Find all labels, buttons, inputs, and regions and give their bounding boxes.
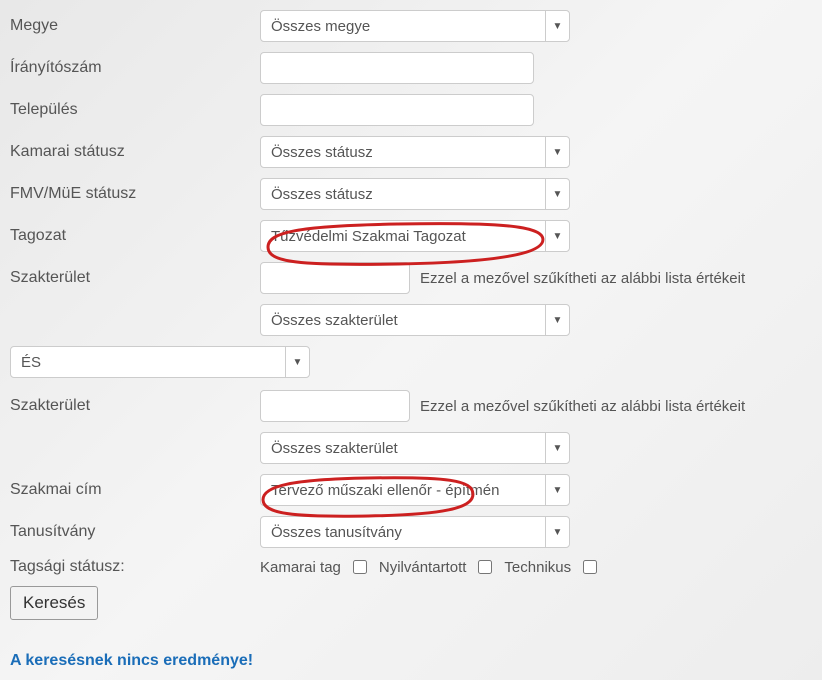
select-logic-operator[interactable]: ÉS — [10, 346, 310, 378]
label-kamarai-statusz: Kamarai státusz — [10, 143, 260, 161]
label-megye: Megye — [10, 17, 260, 35]
input-szakterulet-filter[interactable] — [260, 262, 410, 294]
input-szakterulet2-filter[interactable] — [260, 390, 410, 422]
helper-szakterulet: Ezzel a mezővel szűkítheti az alábbi lis… — [420, 270, 745, 287]
checkbox-label-kamarai-tag: Kamarai tag — [260, 559, 341, 576]
label-iranyitoszam: Írányítószám — [10, 59, 260, 77]
checkbox-label-nyilvantartott: Nyilvántartott — [379, 559, 467, 576]
select-tagozat[interactable]: Tűzvédelmi Szakmai Tagozat — [260, 220, 570, 252]
select-kamarai-statusz[interactable]: Összes státusz — [260, 136, 570, 168]
select-szakterulet-list[interactable]: Összes szakterület — [260, 304, 570, 336]
label-szakterulet2: Szakterület — [10, 397, 260, 415]
checkbox-nyilvantartott[interactable] — [478, 560, 492, 574]
label-szakterulet: Szakterület — [10, 269, 260, 287]
label-telepules: Település — [10, 101, 260, 119]
label-tagozat: Tagozat — [10, 227, 260, 245]
label-tanusitvany: Tanusítvány — [10, 523, 260, 541]
checkbox-label-technikus: Technikus — [504, 559, 571, 576]
select-szakmai-cim[interactable]: Tervező műszaki ellenőr - építmén — [260, 474, 570, 506]
select-fmv-mue-statusz[interactable]: Összes státusz — [260, 178, 570, 210]
no-results-message: A keresésnek nincs eredménye! — [10, 652, 812, 670]
label-szakmai-cim: Szakmai cím — [10, 481, 260, 499]
select-tanusitvany[interactable]: Összes tanusítvány — [260, 516, 570, 548]
select-szakterulet-list2[interactable]: Összes szakterület — [260, 432, 570, 464]
input-iranyitoszam[interactable] — [260, 52, 534, 84]
input-telepules[interactable] — [260, 94, 534, 126]
label-tagsagi-statusz: Tagsági státusz: — [10, 558, 260, 576]
helper-szakterulet2: Ezzel a mezővel szűkítheti az alábbi lis… — [420, 398, 745, 415]
label-fmv-mue-statusz: FMV/MüE státusz — [10, 185, 260, 203]
checkbox-kamarai-tag[interactable] — [353, 560, 367, 574]
search-button[interactable]: Keresés — [10, 586, 98, 620]
select-megye[interactable]: Összes megye — [260, 10, 570, 42]
checkbox-technikus[interactable] — [583, 560, 597, 574]
